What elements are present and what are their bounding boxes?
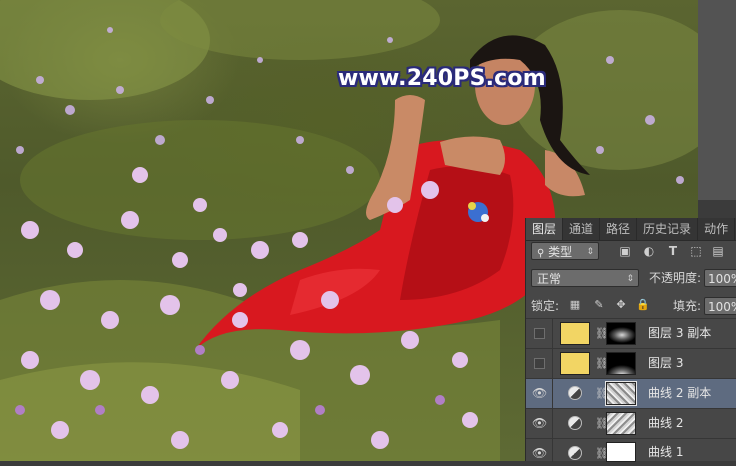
layer-thumbnail[interactable] — [560, 322, 590, 345]
eye-icon: 👁 — [532, 416, 548, 430]
layer-row[interactable]: ⛓ 图层 3 — [526, 348, 736, 378]
fill-label: 填充: — [673, 299, 702, 313]
curves-adjustment-icon[interactable] — [568, 416, 582, 430]
filter-kind-label: 类型 — [548, 245, 573, 259]
visibility-toggle[interactable]: 👁 — [526, 409, 553, 438]
visibility-toggle[interactable] — [526, 319, 553, 348]
layer-row[interactable]: ⛓ 图层 3 副本 — [526, 318, 736, 348]
layer-filter-row: ⚲ 类型 ⇕ ▣ ◐ T ⬚ ▤ — [526, 242, 736, 262]
lock-fill-row: 锁定: ▦ ✎ ✥ 🔒 填充: 100% — [526, 297, 736, 317]
panel-tabs: 图层 通道 路径 历史记录 动作 — [526, 218, 736, 241]
chevron-updown-icon: ⇕ — [586, 247, 594, 257]
text-filter-icon[interactable]: T — [666, 244, 680, 258]
lock-label: 锁定: — [531, 299, 560, 313]
eye-icon: 👁 — [532, 446, 548, 460]
move-lock-icon[interactable]: ✥ — [614, 298, 628, 312]
visibility-toggle[interactable]: 👁 — [526, 379, 553, 408]
lock-transparent-icon[interactable]: ▦ — [568, 298, 582, 312]
eye-icon: 👁 — [532, 386, 548, 400]
lock-icon[interactable]: 🔒 — [636, 298, 650, 312]
opacity-field[interactable]: 100% — [704, 269, 736, 287]
layers-panel: 图层 通道 路径 历史记录 动作 ⚲ 类型 ⇕ ▣ ◐ T ⬚ ▤ 正常 ⇕ 不… — [525, 218, 736, 462]
layer-filter-select[interactable]: ⚲ 类型 ⇕ — [531, 242, 599, 260]
layer-row-selected[interactable]: 👁 ⛓ 曲线 2 副本 — [526, 378, 736, 408]
blend-mode-value: 正常 — [537, 272, 562, 286]
layer-mask-thumbnail[interactable] — [606, 352, 636, 375]
tab-history[interactable]: 历史记录 — [637, 218, 699, 240]
curves-adjustment-icon[interactable] — [568, 386, 582, 400]
layer-name[interactable]: 图层 3 副本 — [648, 319, 711, 348]
chevron-updown-icon: ⇕ — [626, 274, 634, 284]
visibility-off-icon — [534, 358, 545, 369]
blend-opacity-row: 正常 ⇕ 不透明度: 100% — [526, 269, 736, 289]
curves-adjustment-icon[interactable] — [568, 446, 582, 460]
tab-channels[interactable]: 通道 — [563, 218, 601, 240]
visibility-off-icon — [534, 328, 545, 339]
brush-lock-icon[interactable]: ✎ — [592, 298, 606, 312]
visibility-toggle[interactable]: 👁 — [526, 439, 553, 462]
layer-mask-thumbnail[interactable] — [606, 412, 636, 435]
image-filter-icon[interactable]: ▣ — [618, 244, 632, 258]
adjustment-filter-icon[interactable]: ◐ — [642, 244, 656, 258]
tab-layers[interactable]: 图层 — [526, 218, 564, 240]
layer-thumbnail[interactable] — [560, 352, 590, 375]
workspace-background — [698, 0, 736, 200]
layer-mask-thumbnail[interactable] — [606, 322, 636, 345]
tab-actions[interactable]: 动作 — [698, 218, 736, 240]
layer-name[interactable]: 曲线 2 副本 — [648, 379, 711, 408]
shape-filter-icon[interactable]: ⬚ — [689, 244, 703, 258]
layer-mask-thumbnail[interactable] — [606, 442, 636, 462]
tab-paths[interactable]: 路径 — [600, 218, 638, 240]
opacity-label: 不透明度: — [649, 271, 702, 285]
watermark-text: www.240PS.com — [338, 66, 546, 91]
layer-name[interactable]: 曲线 1 — [648, 439, 683, 466]
layer-row[interactable]: 👁 ⛓ 曲线 2 — [526, 408, 736, 438]
fill-field[interactable]: 100% — [704, 297, 736, 315]
search-icon: ⚲ — [537, 248, 545, 259]
layer-row[interactable]: 👁 ⛓ 曲线 1 — [526, 438, 736, 462]
blend-mode-select[interactable]: 正常 ⇕ — [531, 269, 639, 287]
layer-name[interactable]: 图层 3 — [648, 349, 683, 378]
layer-name[interactable]: 曲线 2 — [648, 409, 683, 438]
smart-object-filter-icon[interactable]: ▤ — [711, 244, 725, 258]
visibility-toggle[interactable] — [526, 349, 553, 378]
layer-mask-thumbnail[interactable] — [605, 381, 637, 406]
